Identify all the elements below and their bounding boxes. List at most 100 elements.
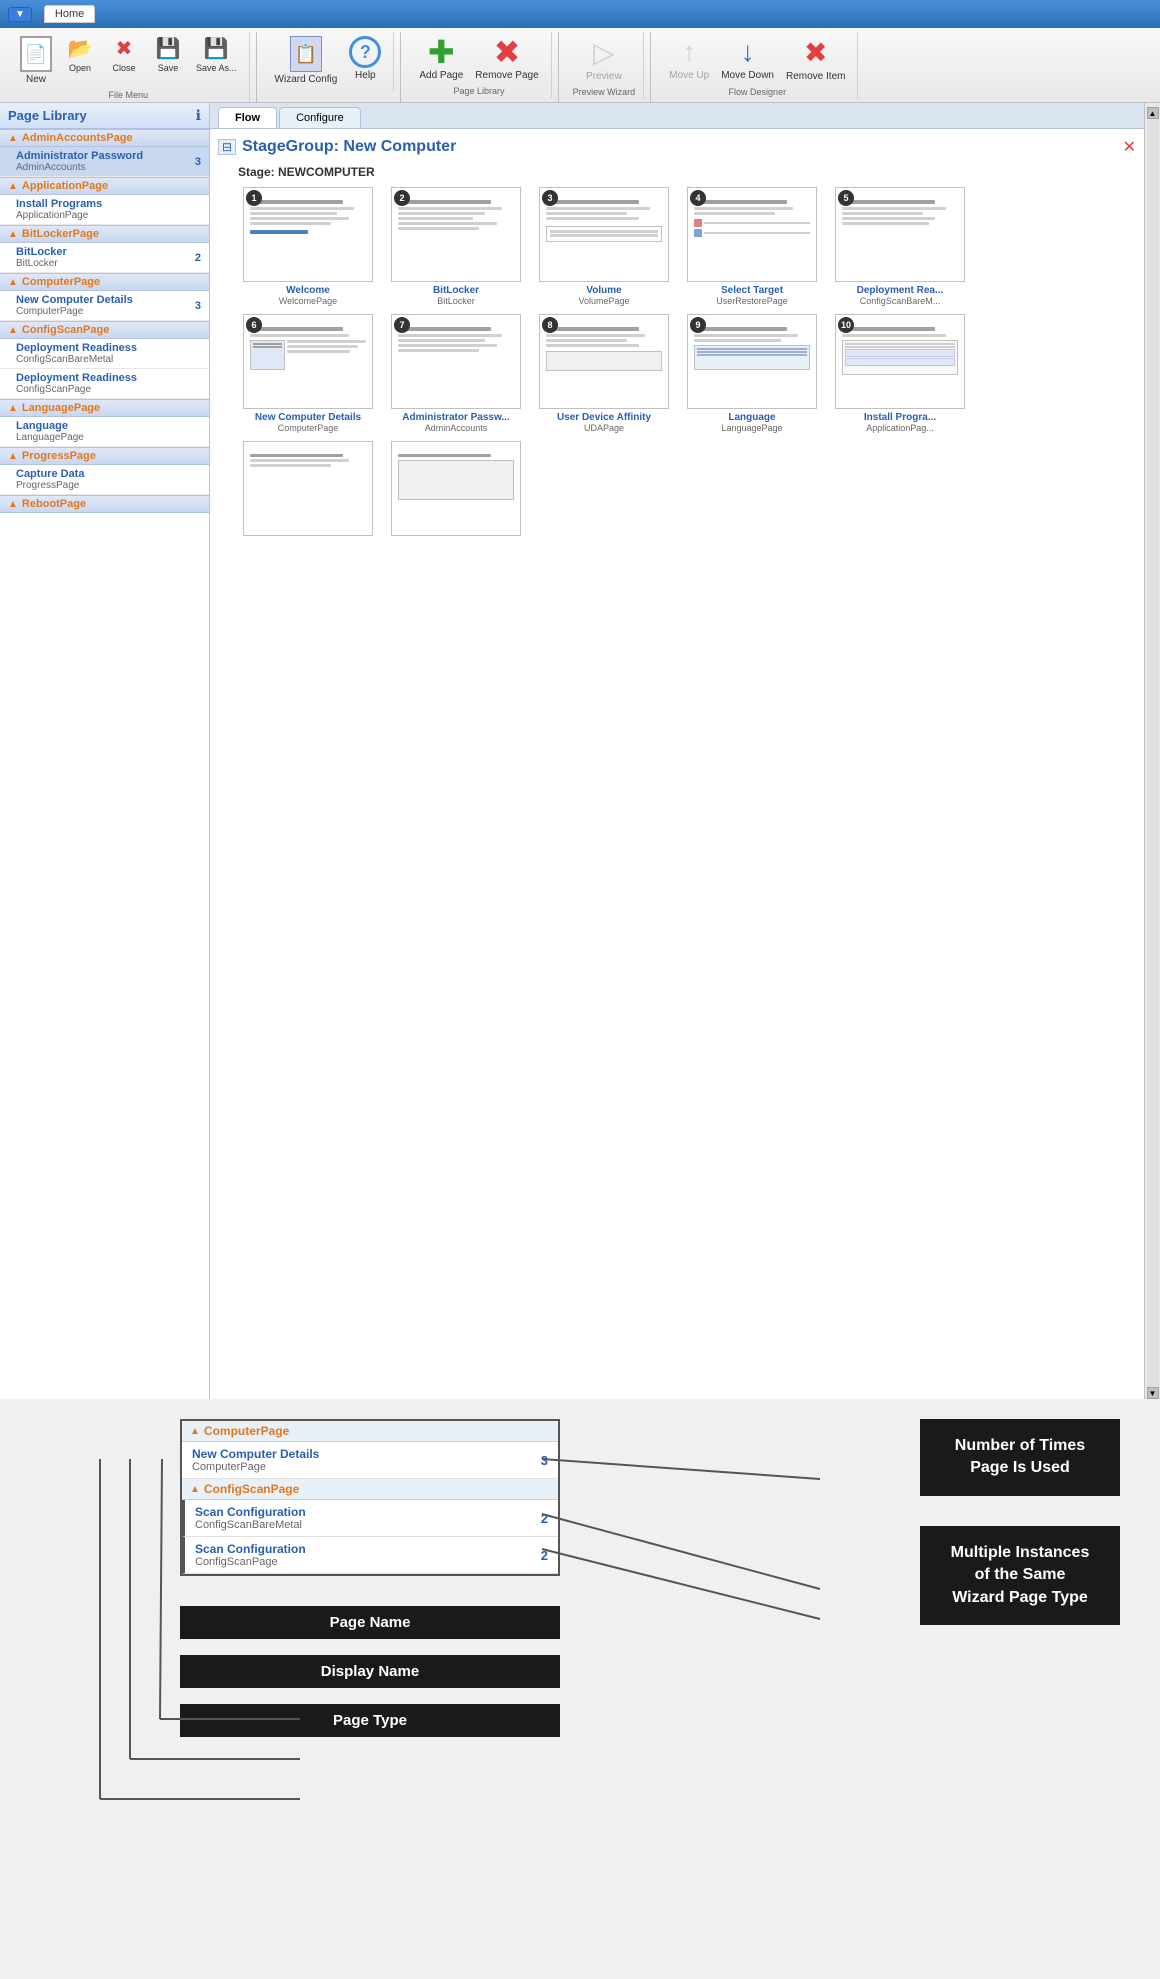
sidebar-item-computerdetails[interactable]: New Computer Details ComputerPage 3 <box>0 291 209 321</box>
wizard-page-thumb-adminpassword: 7 <box>391 314 521 409</box>
section-collapse-icon-app: ▲ <box>8 181 18 192</box>
remove-item-button[interactable]: ✖ Remove Item <box>782 34 849 85</box>
sidebar-item-language-name: Language <box>16 420 84 432</box>
remove-item-label: Remove Item <box>786 71 845 83</box>
remove-page-button[interactable]: ✖ Remove Page <box>471 34 542 84</box>
multiple-instances-callout: Multiple Instances of the Same Wizard Pa… <box>920 1526 1120 1625</box>
sidebar-item-installprograms[interactable]: Install Programs ApplicationPage <box>0 195 209 225</box>
save-button[interactable]: 💾 Save <box>148 34 188 76</box>
sidebar-item-language[interactable]: Language LanguagePage <box>0 417 209 447</box>
sidebar-section-header-reboot: ▲ RebootPage <box>0 495 209 513</box>
wizard-page-type-welcome: WelcomePage <box>279 296 337 306</box>
section-collapse-icon-computer: ▲ <box>8 277 18 288</box>
wizard-page-thumb-welcome: 1 <box>243 187 373 282</box>
wizard-page-language[interactable]: 9 Language Langua <box>682 314 822 433</box>
wizard-page-volume[interactable]: 3 Volume VolumePage <box>534 187 674 306</box>
tab-flow[interactable]: Flow <box>218 107 277 128</box>
help-button[interactable]: ? Help <box>345 34 385 84</box>
wizard-page-selecttarget[interactable]: 4 <box>682 187 822 306</box>
sidebar-section-progresspage: ▲ ProgressPage Capture Data ProgressPage <box>0 447 209 495</box>
scroll-up-icon[interactable]: ▲ <box>1147 107 1159 119</box>
wizard-page-installprograms[interactable]: 10 Install Progra... <box>830 314 970 433</box>
right-scrollbar[interactable]: ▲ ▼ <box>1144 103 1160 1399</box>
remove-page-label: Remove Page <box>475 70 538 82</box>
sidebar-section-configscan: ▲ ConfigScanPage Deployment Readiness Co… <box>0 321 209 399</box>
home-tab[interactable]: Home <box>44 5 95 23</box>
wizard-page-type-deployready: ConfigScanBareM... <box>860 296 941 306</box>
flow-area: ⊟ StageGroup: New Computer ✕ Stage: NEWC… <box>210 129 1144 1399</box>
wizard-page-bitlocker[interactable]: 2 BitLocker BitLocker <box>386 187 526 306</box>
save-icon: 💾 <box>156 36 181 61</box>
saveas-label: Save As... <box>196 63 237 74</box>
wizard-page-userdeviceaffinity[interactable]: 8 User Device Affinity UDAPage <box>534 314 674 433</box>
preview-button[interactable]: ▷ Preview <box>582 34 626 85</box>
wizard-page-extra2[interactable] <box>386 441 526 536</box>
callout-computerpage-header: ▲ ComputerPage <box>182 1421 558 1442</box>
wizard-page-deployready[interactable]: 5 Deployment Rea... ConfigScanBareM... <box>830 187 970 306</box>
callout-computerpage-item1[interactable]: New Computer Details ComputerPage 3 <box>182 1442 558 1479</box>
thumb-content-4 <box>688 188 816 241</box>
thumb-content-extra1 <box>244 442 372 473</box>
sidebar-item-computerdetails-name: New Computer Details <box>16 294 133 306</box>
page-number-5: 5 <box>838 190 854 206</box>
sidebar-item-deployreadiness2[interactable]: Deployment Readiness ConfigScanPage <box>0 369 209 399</box>
callout-configscan-item2[interactable]: Scan Configuration ConfigScanPage 2 <box>182 1537 558 1574</box>
stage-group-expand-icon[interactable]: ⊟ <box>218 139 236 155</box>
add-page-button[interactable]: ✚ Add Page <box>415 34 467 84</box>
open-label: Open <box>69 63 91 74</box>
ribbon-groups: 📄 New 📂 Open ✖ Close 💾 Save 💾 Save <box>8 32 1152 102</box>
remove-page-icon: ✖ <box>494 36 521 68</box>
callout-configscan-item2-left: Scan Configuration ConfigScanPage <box>195 1542 306 1568</box>
wizard-page-type-adminpassword: AdminAccounts <box>425 423 488 433</box>
info-icon[interactable]: ℹ <box>196 107 201 124</box>
scroll-down-icon[interactable]: ▼ <box>1147 1387 1159 1399</box>
stage-group-close-icon[interactable]: ✕ <box>1123 137 1136 157</box>
sidebar-item-capturedata-left: Capture Data ProgressPage <box>16 468 84 491</box>
wizard-page-adminpassword[interactable]: 7 Administrator Passw... AdminAccounts <box>386 314 526 433</box>
callout-configscan-item1[interactable]: Scan Configuration ConfigScanBareMetal 2 <box>182 1500 558 1537</box>
sidebar-item-bitlocker[interactable]: BitLocker BitLocker 2 <box>0 243 209 273</box>
callout-box: ▲ ComputerPage New Computer Details Comp… <box>180 1419 560 1576</box>
sidebar-item-adminpassword[interactable]: Administrator Password AdminAccounts 3 <box>0 147 209 177</box>
close-button[interactable]: ✖ Close <box>104 34 144 76</box>
computerpage-section-title: ComputerPage <box>22 276 100 288</box>
sidebar-section-bitlocker: ▲ BitLockerPage BitLocker BitLocker 2 <box>0 225 209 273</box>
wizard-page-welcome[interactable]: 1 Welcome WelcomePage <box>238 187 378 306</box>
sidebar-item-capturedata[interactable]: Capture Data ProgressPage <box>0 465 209 495</box>
app-button[interactable]: ▼ <box>8 7 32 22</box>
sidebar-item-adminpassword-name: Administrator Password <box>16 150 143 162</box>
tab-configure[interactable]: Configure <box>279 107 361 128</box>
sidebar-section-header-configscan: ▲ ConfigScanPage <box>0 321 209 339</box>
add-page-label: Add Page <box>419 70 463 82</box>
page-type-label: Page Type <box>180 1704 560 1737</box>
move-up-button[interactable]: ↑ Move Up <box>665 34 713 84</box>
sidebar-header: Page Library ℹ <box>0 103 209 129</box>
ribbon-pagelibrary-items: ✚ Add Page ✖ Remove Page <box>415 34 542 84</box>
open-button[interactable]: 📂 Open <box>60 34 100 76</box>
thumb-content-6 <box>244 315 372 374</box>
wizard-page-newcomputerdetails[interactable]: 6 <box>238 314 378 433</box>
new-button[interactable]: 📄 New <box>16 34 56 88</box>
saveas-button[interactable]: 💾 Save As... <box>192 34 241 76</box>
content-tabs: Flow Configure <box>210 103 1144 129</box>
sidebar-item-deployreadiness1[interactable]: Deployment Readiness ConfigScanBareMetal <box>0 339 209 369</box>
callout-computerpage-item1-count: 3 <box>541 1453 548 1468</box>
callout-computerpage-icon: ▲ <box>190 1426 200 1437</box>
move-up-label: Move Up <box>669 70 709 82</box>
sidebar-item-adminpassword-type: AdminAccounts <box>16 162 143 173</box>
move-down-button[interactable]: ↓ Move Down <box>717 34 778 84</box>
languagepage-section-title: LanguagePage <box>22 402 100 414</box>
wizard-page-type-userdevice: UDAPage <box>584 423 624 433</box>
callout-configscan-item2-type: ConfigScanPage <box>195 1556 306 1568</box>
wizard-page-extra1[interactable] <box>238 441 378 536</box>
callout-computerpage-item1-left: New Computer Details ComputerPage <box>192 1447 319 1473</box>
ribbon-group-file: 📄 New 📂 Open ✖ Close 💾 Save 💾 Save <box>8 32 250 102</box>
wizard-config-button[interactable]: 📋 Wizard Config <box>271 34 342 88</box>
open-icon: 📂 <box>68 36 93 61</box>
rebootpage-section-title: RebootPage <box>22 498 86 510</box>
sidebar-section-rebootpage: ▲ RebootPage <box>0 495 209 513</box>
wizard-page-name-language: Language <box>728 412 775 423</box>
sidebar-item-bitlocker-left: BitLocker BitLocker <box>16 246 67 269</box>
annotation-section: ▲ ComputerPage New Computer Details Comp… <box>0 1399 1160 1979</box>
ribbon-preview-items: ▷ Preview <box>582 34 626 85</box>
